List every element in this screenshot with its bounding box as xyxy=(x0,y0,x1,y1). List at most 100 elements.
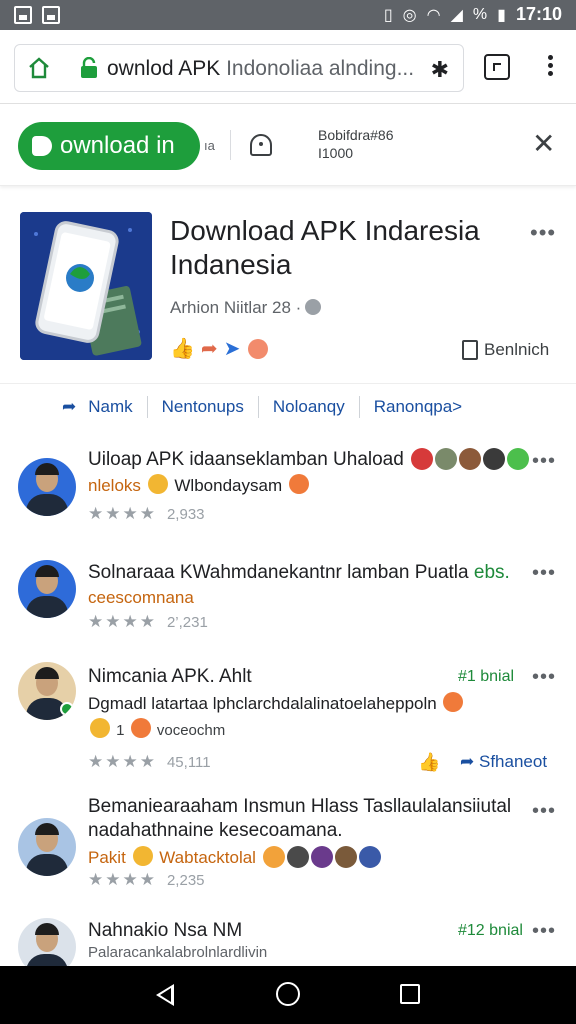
share-label: Sfhaneot xyxy=(478,752,548,771)
smile-reaction-icon[interactable] xyxy=(248,338,269,359)
item-title: Nahnakio Nsa NM xyxy=(88,920,243,941)
download-banner: ownload in ıa Bobifdra#86 I1000 ✕ xyxy=(0,104,576,186)
mini-avatar xyxy=(310,846,333,868)
item-subtitle: nleloks Wlbondaysam xyxy=(88,474,311,496)
home-nav-icon[interactable] xyxy=(276,982,300,1006)
lock-icon xyxy=(81,57,97,78)
download-button[interactable]: ownload in xyxy=(18,122,200,170)
close-icon[interactable]: ✕ xyxy=(532,130,555,158)
mini-avatar xyxy=(411,448,434,470)
nfc-icon: ◎ xyxy=(402,6,417,24)
avatar[interactable] xyxy=(18,818,76,876)
item-more-icon[interactable]: ••• xyxy=(532,666,556,689)
item-subtitle: Pakit Wabtacktolal xyxy=(88,846,381,868)
divider xyxy=(257,396,259,418)
download-icon xyxy=(32,136,52,156)
emoji-icon xyxy=(132,846,153,866)
app-action-label: Benlnich xyxy=(484,340,550,359)
share-icon: ➦ xyxy=(460,752,475,771)
signal-icon: ◢ xyxy=(450,6,463,24)
list-item[interactable]: Nimcania APK. Ahlt #1 bnial ••• Dgmadl l… xyxy=(0,656,576,782)
pin-icon[interactable]: ✱ xyxy=(431,57,449,83)
battery-icon: ▮ xyxy=(497,6,506,24)
wifi-icon: ◠ xyxy=(426,6,441,24)
item-more-icon[interactable]: ••• xyxy=(532,920,556,943)
emoji-icon xyxy=(443,692,464,712)
avatar[interactable] xyxy=(18,662,76,720)
app-author-text: Arhion Niitlar 28 · xyxy=(170,298,302,317)
mini-avatar xyxy=(334,846,357,868)
tab-3[interactable]: Noloanqy xyxy=(273,397,345,417)
item-title: Solnaraaa KWahmdanekantnr lamban Puatla … xyxy=(88,562,510,583)
like-icon[interactable]: 👍 xyxy=(170,336,195,361)
banner-meta-line2: I1000 xyxy=(318,145,354,161)
avatar[interactable] xyxy=(18,918,76,966)
app-more-icon[interactable]: ••• xyxy=(530,220,556,246)
app-author[interactable]: Arhion Niitlar 28 · xyxy=(170,298,322,318)
app-action-button[interactable]: Benlnich xyxy=(462,340,549,360)
system-nav-bar xyxy=(0,966,576,1024)
mini-avatar xyxy=(507,448,530,470)
tab-4[interactable]: Ranonqpa> xyxy=(374,397,462,417)
item-line: 1 voceochm xyxy=(88,718,225,739)
tabs-row: ➦ Namk Nentonups Noloanqy Ranonqpa> xyxy=(62,396,462,418)
item-title: Uiloap APK idaanseklamban Uhaload xyxy=(88,448,530,471)
item-subtitle: Palaracankalabrolnlardlivin xyxy=(88,944,268,961)
battery-percent: % xyxy=(472,5,488,23)
divider xyxy=(230,130,231,160)
overflow-menu-icon[interactable] xyxy=(540,52,560,82)
item-more-icon[interactable]: ••• xyxy=(532,800,556,823)
forward-icon[interactable]: ➤ xyxy=(224,336,241,361)
list-item[interactable]: Bemaniearaaham Insmun Hlass Tasllaulalan… xyxy=(0,790,576,900)
app-header: Download APK Indaresia Indanesia ••• Arh… xyxy=(0,200,576,384)
image-notification-icon xyxy=(14,6,32,24)
app-icon[interactable] xyxy=(20,212,152,360)
divider xyxy=(146,396,148,418)
like-icon[interactable]: 👍 xyxy=(418,752,440,773)
divider xyxy=(358,396,360,418)
home-icon[interactable] xyxy=(27,56,51,80)
status-bar: ▯ ◎ ◠ ◢ % ▮ 17:10 xyxy=(0,0,576,30)
share-button[interactable]: ➦ Sfhaneot xyxy=(460,752,547,772)
browser-toolbar: ownlod APK Indonoliaa alnding... ✱ xyxy=(0,30,576,104)
document-icon xyxy=(462,340,478,360)
item-more-icon[interactable]: ••• xyxy=(532,450,556,473)
rating: ★★★★ 2,933 xyxy=(88,504,205,523)
mini-avatar xyxy=(262,846,285,868)
rating: ★★★★ 2’,231 xyxy=(88,612,208,631)
tab-1[interactable]: Namk xyxy=(88,397,132,417)
clock: 17:10 xyxy=(515,4,562,24)
back-icon[interactable] xyxy=(156,984,174,1006)
tab-switcher-button[interactable] xyxy=(484,54,510,80)
list-item[interactable]: Nahnakio Nsa NM #12 bnial ••• Palaracank… xyxy=(0,910,576,966)
item-tag: #12 bnial xyxy=(458,922,523,939)
banner-meta-line1: Bobifdra#86 xyxy=(318,127,394,143)
mini-avatar xyxy=(483,448,506,470)
recents-icon[interactable] xyxy=(400,984,420,1004)
list-item[interactable]: Solnaraaa KWahmdanekantnr lamban Puatla … xyxy=(0,550,576,646)
rating: ★★★★ 45,111 xyxy=(88,752,211,771)
share-icon[interactable]: ➦ xyxy=(201,336,218,361)
item-line: Dgmadl latartaa lphclarchdalalinatoelahe… xyxy=(88,692,465,714)
url-text[interactable]: ownlod APK Indonoliaa alnding... xyxy=(107,57,414,81)
tab-2[interactable]: Nentonups xyxy=(162,397,244,417)
notification-bell-icon[interactable] xyxy=(250,134,272,156)
avatar[interactable] xyxy=(18,560,76,618)
address-bar[interactable]: ownlod APK Indonoliaa alnding... ✱ xyxy=(14,44,464,92)
emoji-icon xyxy=(130,718,151,738)
image-notification-icon xyxy=(42,6,60,24)
reactions-row: 👍 ➦ ➤ xyxy=(170,336,270,361)
item-subtitle: ceescomnana xyxy=(88,588,194,607)
app-title: Download APK Indaresia Indanesia xyxy=(170,215,480,280)
item-title-line2: nadahathnaine kesecoamana. xyxy=(88,820,343,841)
list-item[interactable]: Uiloap APK idaanseklamban Uhaload nlelok… xyxy=(0,444,576,540)
share-arrow-icon: ➦ xyxy=(62,397,77,416)
verified-badge-icon xyxy=(60,702,74,716)
info-icon xyxy=(305,299,322,315)
item-more-icon[interactable]: ••• xyxy=(532,562,556,585)
emoji-icon xyxy=(288,474,309,494)
banner-meta: Bobifdra#86 I1000 xyxy=(318,126,394,162)
item-title: Nimcania APK. Ahlt xyxy=(88,666,252,687)
mini-avatar xyxy=(286,846,309,868)
avatar[interactable] xyxy=(18,458,76,516)
